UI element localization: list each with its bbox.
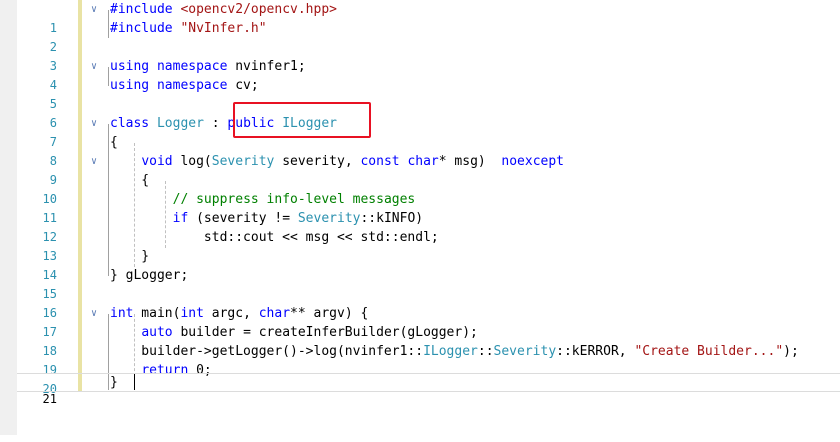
code-line-21[interactable]: 21 } xyxy=(17,373,840,406)
code-line-18[interactable]: 18 auto builder = createInferBuilder(gLo… xyxy=(17,323,840,358)
code-line-4[interactable]: 4 ∨ using namespace nvinfer1; xyxy=(17,57,840,92)
code-text: if (severity != Severity::kINFO) xyxy=(172,211,424,226)
code-line-8[interactable]: 8 { xyxy=(17,133,840,168)
code-text: void log(Severity severity, const char* … xyxy=(141,154,565,169)
code-text: using namespace cv; xyxy=(110,78,259,93)
code-line-11[interactable]: 11 // suppress info-level messages xyxy=(17,190,840,225)
code-text: { xyxy=(110,135,118,150)
code-line-13[interactable]: 13 std::cout << msg << std::endl; xyxy=(17,228,840,263)
fold-toggle-icon[interactable]: ∨ xyxy=(88,304,100,323)
code-line-19[interactable]: 19 builder->getLogger()->log(nvinfer1::I… xyxy=(17,342,840,377)
highlight-annotation-box xyxy=(233,102,371,138)
code-line-1[interactable]: 1 ∨ #include <opencv2/opencv.hpp> xyxy=(17,0,840,35)
left-margin-strip xyxy=(0,0,17,435)
code-line-9[interactable]: 9 ∨ void log(Severity severity, const ch… xyxy=(17,152,840,187)
fold-toggle-icon[interactable]: ∨ xyxy=(88,152,100,171)
line-number: 21 xyxy=(42,392,57,406)
code-text: // suppress info-level messages xyxy=(172,192,416,207)
code-line-15[interactable]: 15 } gLogger; xyxy=(17,266,840,301)
code-text: } gLogger; xyxy=(110,268,189,283)
code-line-3[interactable]: 3 xyxy=(17,38,840,73)
code-text: { xyxy=(110,173,150,188)
fold-toggle-icon[interactable]: ∨ xyxy=(88,57,100,76)
code-editor[interactable]: 1 ∨ #include <opencv2/opencv.hpp> 2 #inc… xyxy=(17,0,840,435)
code-text: #include <opencv2/opencv.hpp> xyxy=(110,2,337,17)
code-text: int main(int argc, char** argv) { xyxy=(110,306,369,321)
code-line-17[interactable]: 17 ∨ int main(int argc, char** argv) { xyxy=(17,304,840,339)
code-line-14[interactable]: 14 } xyxy=(17,247,840,282)
code-line-5[interactable]: 5 using namespace cv; xyxy=(17,76,840,111)
code-line-6[interactable]: 6 xyxy=(17,95,840,130)
code-text: } xyxy=(110,249,150,264)
code-text: } xyxy=(110,375,118,390)
code-text: builder->getLogger()->log(nvinfer1::ILog… xyxy=(110,344,799,359)
code-line-10[interactable]: 10 { xyxy=(17,171,840,206)
code-text: auto builder = createInferBuilder(gLogge… xyxy=(141,325,478,340)
code-text: #include "NvInfer.h" xyxy=(110,21,267,36)
fold-toggle-icon[interactable]: ∨ xyxy=(88,0,100,19)
code-text: std::cout << msg << std::endl; xyxy=(110,230,439,245)
code-text: using namespace nvinfer1; xyxy=(110,59,306,74)
code-line-2[interactable]: 2 #include "NvInfer.h" xyxy=(17,19,840,54)
text-cursor xyxy=(134,374,135,390)
code-line-12[interactable]: 12 if (severity != Severity::kINFO) xyxy=(17,209,840,244)
code-line-16[interactable]: 16 xyxy=(17,285,840,320)
fold-toggle-icon[interactable]: ∨ xyxy=(88,114,100,133)
code-line-7[interactable]: 7 ∨ class Logger : public ILogger xyxy=(17,114,840,149)
